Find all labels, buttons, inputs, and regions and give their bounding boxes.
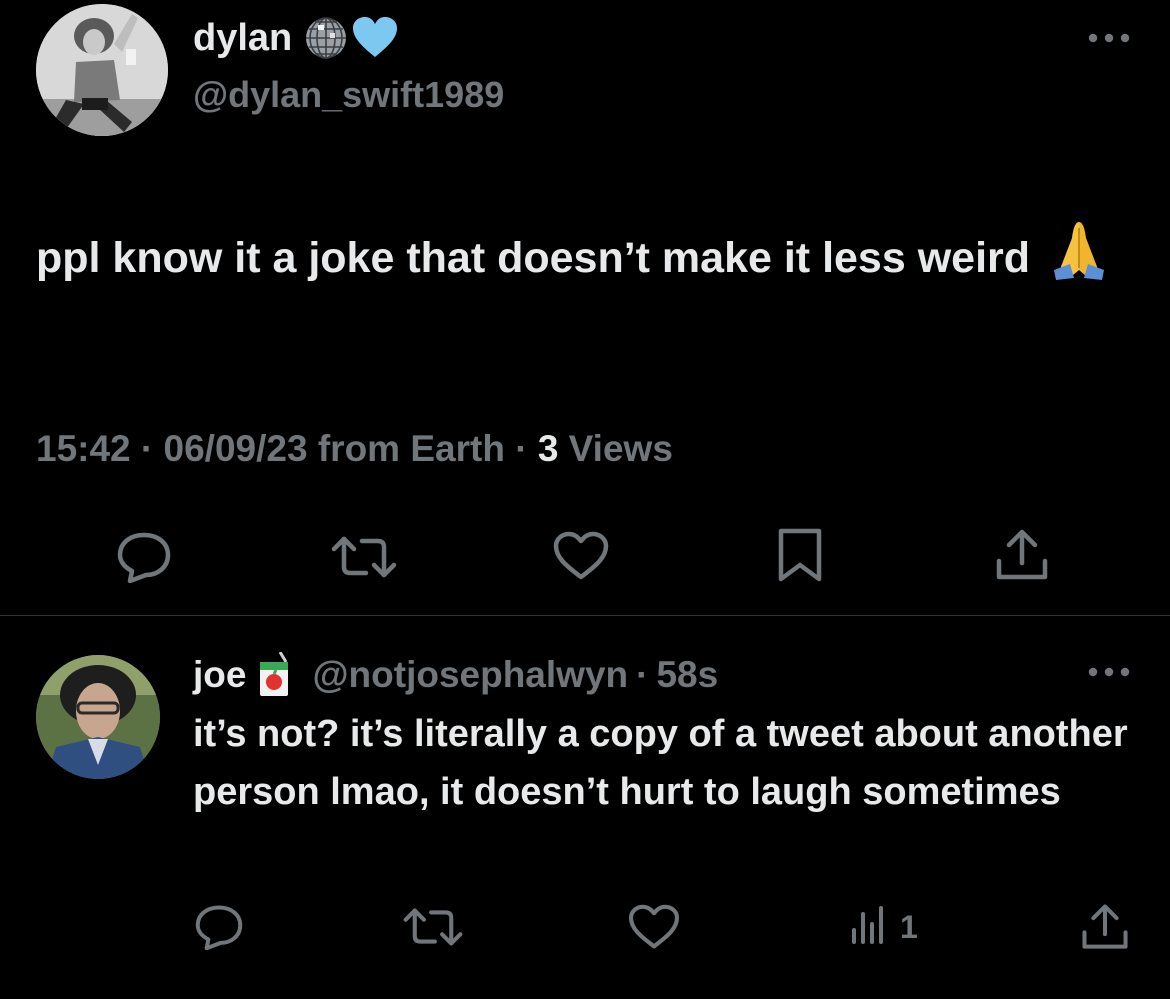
handle[interactable]: @notjosephalwyn — [312, 654, 628, 696]
folded-hands-icon — [1048, 218, 1110, 280]
display-name[interactable]: joe — [193, 654, 246, 696]
views-count: 1 — [900, 909, 918, 945]
views-icon — [848, 904, 888, 944]
tweet-text-content: ppl know it a joke that doesn’t make it … — [36, 234, 1031, 282]
share-icon[interactable] — [1080, 902, 1130, 952]
tweet-source: from Earth — [317, 428, 505, 469]
views-count[interactable]: 3 — [538, 428, 559, 469]
reply-icon[interactable] — [194, 904, 244, 950]
avatar-photo — [36, 655, 160, 779]
retweet-icon[interactable] — [402, 905, 464, 949]
juice-box-icon — [256, 652, 296, 698]
views-stat[interactable]: 1 — [848, 904, 918, 944]
views-label[interactable]: Views — [569, 428, 673, 469]
tweet-text: ppl know it a joke that doesn’t make it … — [36, 218, 1136, 293]
bookmark-icon[interactable] — [777, 527, 823, 583]
share-icon[interactable] — [995, 527, 1049, 583]
light-blue-heart-icon — [352, 17, 398, 59]
avatar[interactable] — [36, 4, 168, 136]
handle[interactable]: @dylan_swift1989 — [193, 74, 504, 116]
reply-icon[interactable] — [116, 531, 172, 583]
avatar-photo — [36, 4, 168, 136]
reply-age[interactable]: 58s — [656, 654, 718, 696]
separator: · — [636, 654, 649, 695]
disco-ball-icon — [304, 16, 348, 60]
avatar[interactable] — [36, 655, 160, 779]
separator: · — [140, 428, 154, 469]
divider — [0, 615, 1170, 616]
retweet-icon[interactable] — [330, 533, 398, 581]
reply-header: joe @notjosephalwyn · 58s — [193, 652, 718, 698]
reply-text: it’s not? it’s literally a copy of a twe… — [193, 713, 1128, 813]
like-icon[interactable] — [553, 531, 609, 581]
separator: · — [515, 428, 528, 469]
tweet-time[interactable]: 15:42 — [36, 428, 131, 469]
tweet-meta: 15:42 · 06/09/23 from Earth · 3 Views — [36, 428, 673, 470]
display-name[interactable]: dylan — [193, 17, 292, 60]
display-name-row[interactable]: dylan — [193, 16, 398, 60]
more-options-icon[interactable] — [1086, 30, 1132, 46]
tweet-date[interactable]: 06/09/23 — [164, 428, 308, 469]
like-icon[interactable] — [628, 904, 680, 950]
more-options-icon[interactable] — [1086, 664, 1132, 680]
